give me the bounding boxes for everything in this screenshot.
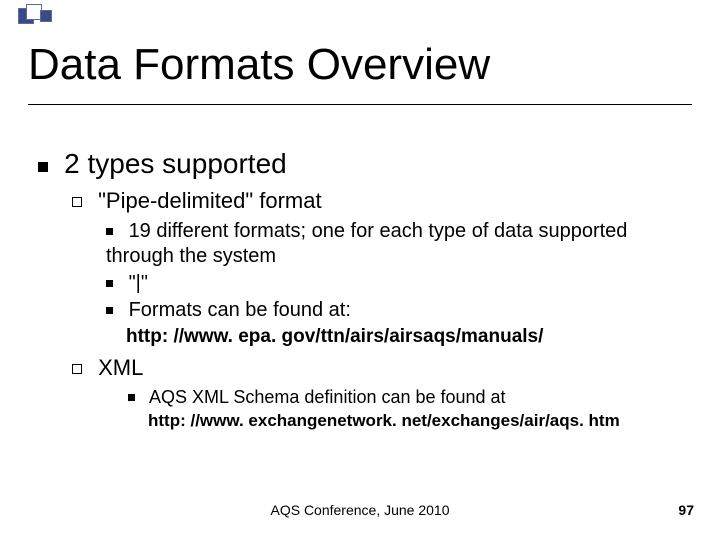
pipe-item-text: 19 different formats; one for each type … <box>106 220 627 267</box>
slide-title: Data Formats Overview <box>28 40 692 105</box>
bullet-pipe-item-2: "|" <box>106 271 690 296</box>
bullet-main: 2 types supported <box>38 146 690 181</box>
pipe-label: "Pipe-delimited" format <box>98 188 321 213</box>
bullet-xml-item-1: AQS XML Schema definition can be found a… <box>128 386 690 409</box>
small-square-bullet-icon <box>106 307 113 314</box>
bullet-pipe: "Pipe-delimited" format <box>72 187 690 215</box>
page-number: 97 <box>678 502 694 518</box>
bullet-pipe-item-1: 19 different formats; one for each type … <box>106 219 690 269</box>
footer-text: AQS Conference, June 2010 <box>0 502 720 518</box>
small-square-bullet-icon <box>106 280 113 287</box>
bullet-pipe-item-3: Formats can be found at: <box>106 298 690 323</box>
xml-item-text: AQS XML Schema definition can be found a… <box>149 387 506 407</box>
small-square-bullet-icon <box>106 228 113 235</box>
xml-label: XML <box>98 355 143 380</box>
open-square-bullet-icon <box>72 197 82 207</box>
main-heading: 2 types supported <box>64 148 287 179</box>
pipe-item-text: "|" <box>129 272 148 294</box>
corner-decoration <box>18 4 158 26</box>
slide-body: 2 types supported "Pipe-delimited" forma… <box>38 140 690 438</box>
small-square-bullet-icon <box>128 394 135 401</box>
pipe-url: http: //www. epa. gov/ttn/airs/airsaqs/m… <box>126 325 690 349</box>
square-bullet-icon <box>38 162 48 172</box>
xml-url: http: //www. exchangenetwork. net/exchan… <box>148 410 690 431</box>
bullet-xml: XML <box>72 354 690 382</box>
open-square-bullet-icon <box>72 364 82 374</box>
pipe-item-text: Formats can be found at: <box>129 299 351 321</box>
